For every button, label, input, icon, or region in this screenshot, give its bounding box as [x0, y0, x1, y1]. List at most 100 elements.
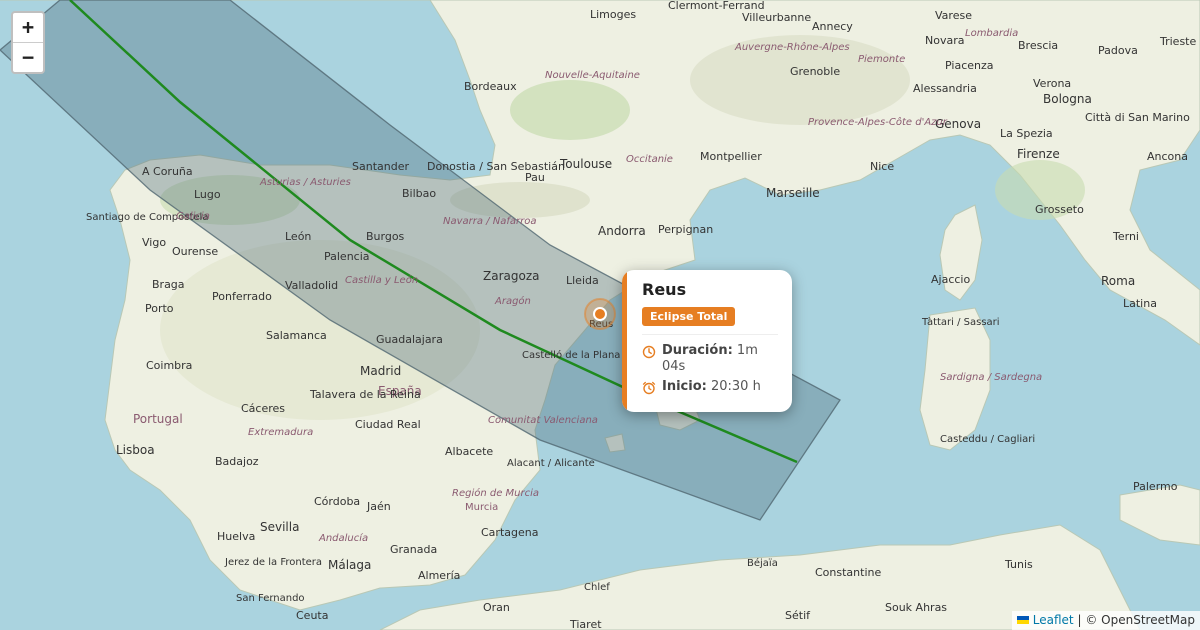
city-label: Latina [1123, 297, 1157, 310]
city-label: Valladolid [285, 279, 338, 292]
zoom-in-button[interactable]: + [13, 13, 43, 42]
region-label: Sardigna / Sardegna [940, 372, 1042, 383]
forest-patch [510, 80, 630, 140]
map-attribution: Leaflet | © OpenStreetMap [1011, 611, 1200, 630]
city-label: Jerez de la Frontera [224, 557, 322, 568]
city-label: A Coruña [142, 165, 193, 178]
region-label: Castilla y León [345, 274, 418, 286]
city-label: Málaga [328, 558, 371, 572]
city-label: La Spezia [1000, 127, 1053, 140]
city-label: Albacete [445, 445, 493, 458]
city-label: Chlef [584, 582, 610, 593]
city-label: Casteddu / Cagliari [940, 434, 1035, 445]
city-label: Cartagena [481, 526, 538, 539]
city-label: Varese [935, 9, 972, 22]
region-label: Extremadura [248, 427, 313, 438]
leaflet-link[interactable]: Leaflet [1033, 613, 1074, 627]
duration-row: Duración: 1m 04s [642, 343, 778, 375]
city-label: Bologna [1043, 92, 1092, 106]
city-label: Grenoble [790, 65, 840, 78]
city-label: Nice [870, 160, 894, 173]
city-label: Montpellier [700, 150, 762, 163]
city-label: Marseille [766, 186, 820, 200]
city-label: Ceuta [296, 609, 328, 622]
start-value: 20:30 h [710, 379, 761, 394]
city-label: Constantine [815, 566, 881, 579]
popup-accent-bar [622, 270, 627, 412]
city-label: Granada [390, 543, 437, 556]
city-label: Cáceres [241, 402, 285, 415]
eclipse-type-badge: Eclipse Total [642, 307, 736, 326]
city-label: Béjaïa [747, 557, 778, 569]
city-label: Córdoba [314, 495, 360, 508]
city-label: Ciudad Real [355, 418, 421, 431]
region-label: Andalucía [318, 532, 368, 544]
city-label: Zaragoza [483, 269, 539, 283]
region-label: Galicia [176, 211, 210, 222]
city-label: Grosseto [1035, 203, 1084, 216]
city-label: Firenze [1017, 147, 1060, 161]
city-label: Guadalajara [376, 333, 443, 346]
ukraine-flag-icon [1016, 615, 1029, 624]
region-label: Navarra / Nafarroa [443, 216, 536, 227]
region-label: Piemonte [858, 54, 905, 65]
city-label: Talavera de la Reina [309, 388, 421, 401]
city-label: Souk Ahras [885, 601, 947, 614]
region-label: Región de Murcia [452, 487, 539, 499]
city-label: Ponferrado [212, 290, 272, 303]
city-label: Badajoz [215, 455, 259, 468]
city-label: Tàttari / Sassari [921, 316, 1000, 328]
city-label: Vigo [142, 236, 166, 249]
alarm-clock-icon [642, 381, 656, 395]
city-label: San Fernando [236, 593, 305, 604]
city-label: Murcia [465, 502, 498, 513]
city-label: Brescia [1018, 39, 1058, 52]
city-label: Madrid [360, 364, 401, 378]
start-label: Inicio: [662, 379, 707, 394]
city-label: Lugo [194, 188, 221, 201]
start-row: Inicio: 20:30 h [642, 379, 778, 395]
city-label: Almería [418, 569, 460, 582]
zoom-out-button[interactable]: − [13, 42, 43, 72]
city-label: Portugal [133, 412, 183, 426]
city-label: Toulouse [559, 157, 612, 171]
city-label: Porto [145, 302, 174, 315]
city-label: Perpignan [658, 223, 713, 236]
clock-icon [642, 345, 656, 359]
city-label: Bilbao [402, 187, 436, 200]
city-label: Andorra [598, 224, 646, 238]
region-label: Lombardia [965, 28, 1018, 39]
region-label: Auvergne-Rhône-Alpes [734, 41, 850, 53]
city-label: Terni [1112, 230, 1139, 243]
city-label: Oran [483, 601, 510, 614]
region-label: Nouvelle-Aquitaine [545, 70, 640, 81]
location-marker[interactable] [593, 307, 607, 321]
city-label: Palermo [1133, 480, 1178, 493]
duration-label: Duración: [662, 343, 733, 358]
attribution-separator: | [1077, 613, 1082, 627]
city-label: Tunis [1004, 558, 1033, 571]
city-label: Ajaccio [931, 273, 970, 286]
city-label: León [285, 230, 311, 243]
city-label: Verona [1033, 77, 1071, 90]
city-label: Santander [352, 160, 409, 173]
zoom-control: + − [11, 11, 45, 74]
city-label: Trieste [1159, 35, 1196, 48]
city-label: Novara [925, 34, 964, 47]
popup-title: Reus [642, 280, 687, 299]
city-label: Roma [1101, 274, 1135, 288]
osm-credit: © OpenStreetMap [1085, 613, 1195, 627]
city-label: Coimbra [146, 359, 192, 372]
city-label: Palencia [324, 250, 370, 263]
city-label: Lisboa [116, 443, 155, 457]
city-label: Città di San Marino [1085, 111, 1190, 124]
city-label: Huelva [217, 530, 255, 543]
region-label: Provence-Alpes-Côte d'Azur [808, 116, 948, 128]
city-label: Alessandria [913, 82, 977, 95]
city-label: Ancona [1147, 150, 1188, 163]
city-label: Sétif [785, 609, 811, 622]
map-canvas[interactable]: Limoges Clermont-Ferrand Villeurbanne An… [0, 0, 1200, 630]
city-label: Ourense [172, 245, 218, 258]
city-label: Limoges [590, 8, 636, 21]
city-label: Lleida [566, 274, 599, 287]
